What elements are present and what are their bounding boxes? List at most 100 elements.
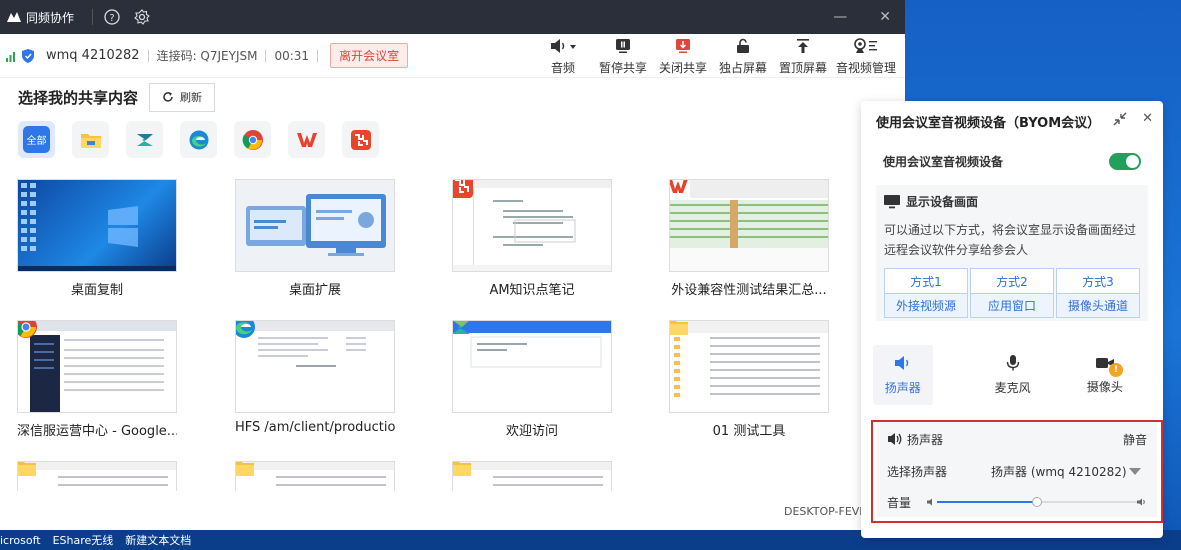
filter-wps-button[interactable] xyxy=(288,121,325,158)
exclusive-screen-button[interactable]: 独占屏幕 xyxy=(713,36,773,76)
user-name: wmq 4210282 xyxy=(46,48,140,63)
svg-text:?: ? xyxy=(109,13,114,24)
filter-xmind-button[interactable] xyxy=(126,121,163,158)
filter-all-label: 全部 xyxy=(23,126,50,153)
speaker-icon xyxy=(888,433,902,445)
method-name: 方式3 xyxy=(1082,274,1114,289)
method-3-button[interactable]: 方式3 摄像头通道 xyxy=(1056,268,1140,318)
device-tabs: 扬声器 麦克风 ! 摄像头 xyxy=(861,345,1163,405)
filter-chrome-button[interactable] xyxy=(234,121,271,158)
speaker-select[interactable]: 选择扬声器 扬声器 (wmq 4210282) xyxy=(887,456,1147,486)
thumbnail xyxy=(235,320,395,413)
speaker-settings: 扬声器 静音 选择扬声器 扬声器 (wmq 4210282) 音量 xyxy=(871,420,1163,523)
filter-wps-notes-button[interactable] xyxy=(342,121,379,158)
close-icon[interactable]: ✕ xyxy=(879,9,891,25)
pause-share-button[interactable]: 暂停共享 xyxy=(593,36,653,76)
share-heading: 选择我的共享内容 xyxy=(18,88,139,107)
connection-code: 连接码: Q7JEYJSM xyxy=(156,49,258,63)
settings-icon[interactable] xyxy=(133,8,151,26)
tab-camera[interactable]: ! 摄像头 xyxy=(1059,345,1151,405)
tab-speaker[interactable]: 扬声器 xyxy=(873,345,933,405)
volume-high-icon xyxy=(1137,498,1145,506)
app-filter-bar: 全部 xyxy=(18,121,887,158)
method-detail: 应用窗口 xyxy=(971,293,1053,317)
share-item-ops-center[interactable]: 深信服运营中心 - Google... xyxy=(17,320,177,439)
volume-label: 音量 xyxy=(887,495,912,510)
share-item-am-notes[interactable]: AM知识点笔记 xyxy=(452,179,612,298)
volume-knob[interactable] xyxy=(1032,497,1042,507)
share-item-hfs[interactable]: HFS /am/client/productio... xyxy=(235,320,395,435)
mute-button[interactable]: 静音 xyxy=(1123,431,1147,448)
method-2-button[interactable]: 方式2 应用窗口 xyxy=(970,268,1054,318)
folder-icon xyxy=(670,321,688,335)
folder-icon xyxy=(18,462,36,476)
desktop-thumbnail-image xyxy=(18,183,176,271)
desktop-extend-illustration xyxy=(246,194,386,256)
panel-title: 使用会议室音视频设备（BYOM会议） xyxy=(876,115,1101,131)
share-item-desktop-copy[interactable]: 桌面复制 xyxy=(17,179,177,298)
method-list: 方式1 外接视频源 方式2 应用窗口 方式3 摄像头通道 xyxy=(884,268,1140,318)
tab-microphone[interactable]: 麦克风 xyxy=(967,345,1059,405)
pin-top-label: 置顶屏幕 xyxy=(778,60,827,75)
spreadsheet-thumbnail-image xyxy=(670,180,828,271)
help-icon[interactable]: ? xyxy=(103,8,121,26)
speaker-icon xyxy=(894,355,908,370)
close-icon[interactable]: ✕ xyxy=(1142,111,1153,131)
filter-edge-button[interactable] xyxy=(180,121,217,158)
shield-icon xyxy=(22,48,34,63)
display-title: 显示设备画面 xyxy=(906,195,979,209)
taskbar-item[interactable]: EShare无线 xyxy=(53,532,114,548)
thumbnail xyxy=(452,320,612,413)
thumbnail xyxy=(17,320,177,413)
minimize-icon[interactable]: — xyxy=(833,9,847,25)
method-name: 方式1 xyxy=(910,274,942,289)
divider xyxy=(265,49,267,62)
app-window: 同频协作 ? — ✕ wmq 4210282 连接码: Q7JEYJSM 00:… xyxy=(0,0,905,530)
chrome-icon xyxy=(18,321,37,338)
refresh-icon xyxy=(163,92,173,102)
refresh-button[interactable]: 刷新 xyxy=(149,82,216,112)
filter-all-button[interactable]: 全部 xyxy=(18,121,55,158)
share-item-label: 深信服运营中心 - Google... xyxy=(17,424,177,439)
thumbnail xyxy=(669,320,829,413)
share-item-label: AM知识点笔记 xyxy=(489,283,575,298)
share-item-test-tools[interactable]: 01 测试工具 xyxy=(669,320,829,439)
filter-explorer-button[interactable] xyxy=(72,121,109,158)
app-logo-icon xyxy=(7,12,21,22)
share-item-partial[interactable] xyxy=(17,461,177,491)
av-manage-button[interactable]: 音视频管理 xyxy=(833,36,899,76)
pin-top-icon xyxy=(795,36,811,56)
stop-share-button[interactable]: 关闭共享 xyxy=(653,36,713,76)
stop-share-icon xyxy=(675,36,691,56)
method-1-button[interactable]: 方式1 外接视频源 xyxy=(884,268,968,318)
audio-button[interactable]: 音频 xyxy=(533,36,593,76)
divider xyxy=(147,49,149,62)
pause-share-label: 暂停共享 xyxy=(598,60,647,75)
taskbar-item[interactable]: 新建文本文档 xyxy=(125,532,191,548)
share-item-compat-report[interactable]: 外设兼容性测试结果汇总... xyxy=(669,179,829,298)
method-name: 方式2 xyxy=(996,274,1028,289)
share-item-welcome[interactable]: 欢迎访问 xyxy=(452,320,612,439)
use-room-device-row: 使用会议室音视频设备 xyxy=(861,141,1163,181)
share-item-desktop-extend[interactable]: 桌面扩展 xyxy=(235,179,395,298)
wps-icon xyxy=(296,132,317,147)
leave-room-button[interactable]: 离开会议室 xyxy=(330,43,409,68)
share-item-label: 欢迎访问 xyxy=(505,424,558,439)
use-room-device-toggle[interactable] xyxy=(1109,152,1141,170)
taskbar-item[interactable]: icrosoft xyxy=(0,534,41,547)
av-manage-icon xyxy=(853,36,879,56)
share-item-partial[interactable] xyxy=(452,461,612,491)
collapse-icon[interactable] xyxy=(1112,111,1128,131)
meeting-toolbar: wmq 4210282 连接码: Q7JEYJSM 00:31 离开会议室 音频… xyxy=(0,34,905,78)
thumbnail xyxy=(235,179,395,272)
use-room-device-label: 使用会议室音视频设备 xyxy=(883,154,1004,169)
explorer-thumbnail-image xyxy=(236,462,394,486)
notes-thumbnail-image xyxy=(453,180,611,271)
pin-top-button[interactable]: 置顶屏幕 xyxy=(773,36,833,76)
thumbnail xyxy=(452,461,612,491)
volume-slider[interactable] xyxy=(927,495,1147,509)
share-item-partial[interactable] xyxy=(235,461,395,491)
edge-icon xyxy=(189,130,208,149)
browser-thumbnail-image xyxy=(18,321,176,412)
selected-speaker-value: 扬声器 (wmq 4210282) xyxy=(991,464,1127,479)
